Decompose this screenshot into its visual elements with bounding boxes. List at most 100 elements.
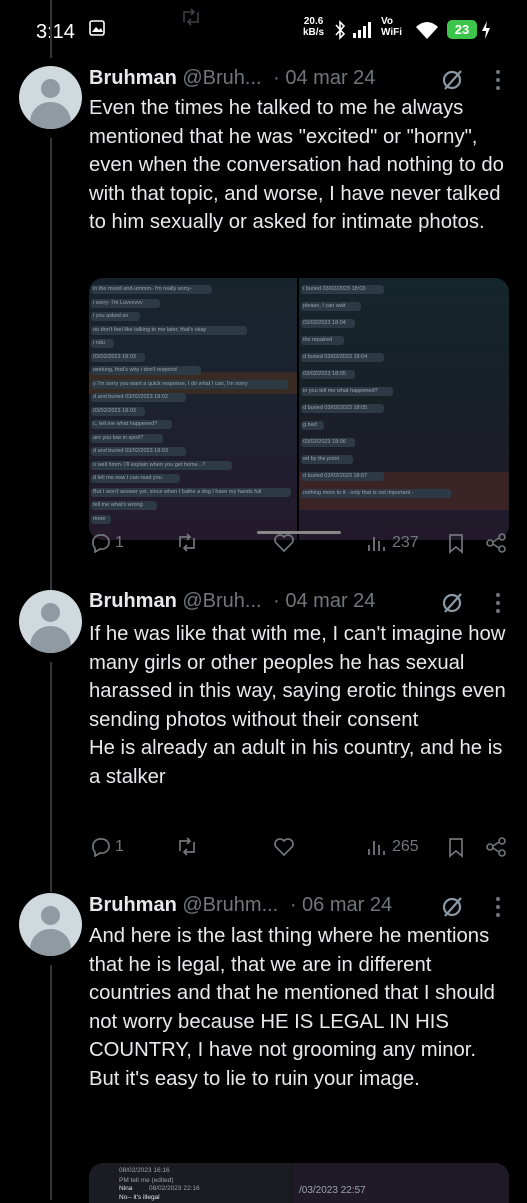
views-icon [368,537,385,551]
reply-button[interactable]: 1 [89,532,124,554]
heart-icon [274,838,294,857]
chat-message-line: 03/02/2023 18:03 [93,353,136,360]
charging-icon [482,21,490,39]
author-name[interactable]: Bruhman [89,590,177,612]
reply-count: 1 [115,534,124,551]
status-time: 3:14 [36,21,75,43]
share-button[interactable] [485,532,507,554]
signal-icon [353,22,371,38]
chat-message-line: c, tell me what happened? [93,421,158,427]
tweet-media[interactable]: in the mood and-ummm- I'm really sorry-i… [89,278,509,540]
tweet-header: Bruhman @Bruh... · 04 mar 24 [89,590,375,616]
chat-message-line: i you asked so [93,313,129,319]
tweet-date[interactable]: · 06 mar 24 [290,894,392,916]
share-icon [486,533,506,553]
chat-message-line: ths repaired [303,337,333,343]
status-bar: 3:14 20.6 kB/s Vo WiFi 23 [0,0,527,58]
thread-line [50,138,52,593]
thread-line [50,0,52,58]
chat-screenshot-left[interactable]: in the mood and-ummm- I'm really sorry-i… [89,278,297,540]
like-button[interactable] [273,532,295,554]
author-handle[interactable]: @Bruh... [182,67,261,89]
chat-message-line: Nina [119,1185,133,1192]
chat-message-line: o well hmm- I'll explain when you get ho… [93,461,206,468]
tweet-actions: 1 265 [89,836,514,862]
thread-line [50,662,52,892]
chat-message-line: g bad [303,422,317,428]
chat-message-line: 03/02/2023 18:06 [303,439,346,445]
more-options-icon[interactable] [489,591,507,615]
chat-message-line: ou don't feel like talking to me later, … [93,326,207,333]
chat-message-line: d buried 03/02/2023 18:05 [303,405,368,411]
tweet-text: If he was like that with me, I can't ima… [89,623,506,788]
more-options-icon[interactable] [489,895,507,919]
chat-screenshot-right[interactable]: i buried 03/02/2023 18:03 please, I can w… [299,278,509,540]
tweet-media[interactable]: 08/02/2023 16:16 PM tell me (edited) Nina 0… [89,1163,509,1203]
chat-message-line: 03/02/2023 18:03 [93,407,136,414]
bookmark-icon [449,838,463,858]
reply-count: 1 [115,838,124,855]
chat-message-line: But I won't answer yet, since when I bat… [93,488,262,495]
tweet-text: Even the times he talked to me he always… [89,97,510,234]
chat-message-line: i sorry- I'm Luvvvvvv [93,299,143,306]
grok-icon[interactable] [440,67,466,93]
bookmark-button[interactable] [446,836,466,858]
chat-message-line: are you low in spirit? [93,434,144,441]
chat-message-line: tell me what's wrong [93,502,143,508]
tweet-date[interactable]: · 04 mar 24 [273,590,375,612]
reply-button[interactable]: 1 [89,836,124,858]
bluetooth-icon [335,20,346,40]
reply-icon [92,534,110,554]
views-icon [368,841,385,855]
more-options-icon[interactable] [489,68,507,92]
chat-message-line: 03/02/2023 18:05 [303,371,346,377]
view-count: 265 [392,838,419,855]
avatar[interactable] [19,66,82,129]
chat-message-line: nothing more to it - only that is not im… [303,490,414,496]
gallery-notification-icon [89,20,105,36]
chat-message-line: i buried 03/02/2023 18:03 [303,286,366,292]
author-name[interactable]: Bruhman [89,67,177,89]
chat-message-line: y I'm sorry you want a quick response, I… [93,380,248,387]
wifi-icon [416,22,438,39]
chat-message-line: /03/2023 22:57 [299,1185,366,1196]
chat-message-line: d tell me now I can read you [93,475,162,481]
tweet-text: And here is the last thing where he ment… [89,925,495,1090]
author-handle[interactable]: @Bruh... [182,590,261,612]
grok-icon[interactable] [440,894,466,920]
chat-message-line: d and buried 03/02/2023 18:03 [93,448,168,454]
avatar[interactable] [19,893,82,956]
chat-message-line: in you tell me what happened? [303,388,378,394]
bookmark-icon [449,534,463,554]
share-icon [486,837,506,857]
chat-message-line: i ndu [93,340,105,346]
grok-icon[interactable] [440,590,466,616]
author-name[interactable]: Bruhman [89,894,177,916]
views-button[interactable]: 265 [366,836,419,858]
chat-message-line: d buried 03/02/2023 18:07 [303,473,368,479]
chat-message-line: 08/02/2023 22:16 [149,1185,200,1192]
chat-message-line: d and buried 03/02/2023 18:02 [93,394,168,400]
faded-retweet-icon [183,8,199,26]
chat-message-line: ed by the point [303,456,340,462]
bookmark-button[interactable] [446,532,466,554]
retweet-icon [179,837,195,856]
chat-message-line: please, I can wait [303,303,346,309]
views-button[interactable]: 237 [366,532,419,554]
thread-line [50,965,52,1200]
avatar[interactable] [19,590,82,653]
battery-level: 23 [447,20,477,39]
chat-message-line: working, that's why i don't respond [93,367,177,373]
like-button[interactable] [273,836,295,858]
chat-message-line: 08/02/2023 16:16 [119,1167,170,1174]
retweet-button[interactable] [175,836,199,858]
retweet-button[interactable] [175,532,199,554]
tweet-date[interactable]: · 04 mar 24 [273,67,375,89]
chat-message-line: more [93,515,106,522]
reply-icon [92,838,110,858]
author-handle[interactable]: @Bruhm... [182,894,278,916]
share-button[interactable] [485,836,507,858]
chat-message-line: PM tell me (edited) [119,1177,174,1184]
tweet-actions: 1 237 [89,532,514,558]
chat-message-line: d buried 03/02/2023 18:04 [303,354,368,360]
